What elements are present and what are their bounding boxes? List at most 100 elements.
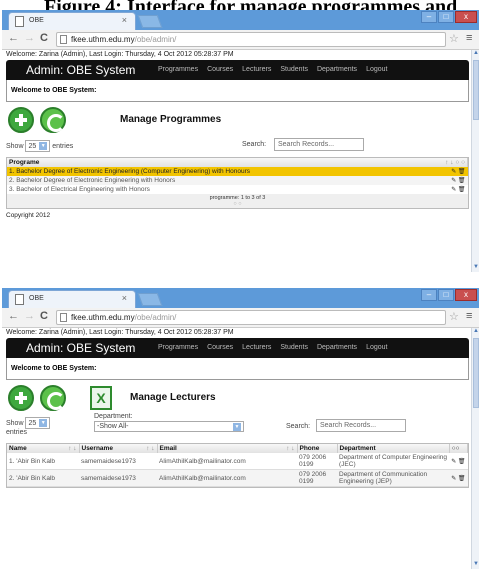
nav-lecturers[interactable]: Lecturers xyxy=(242,344,271,351)
add-icon[interactable] xyxy=(8,107,34,133)
entries-select[interactable]: 25 ▼ xyxy=(25,417,51,429)
nav-courses[interactable]: Courses xyxy=(207,66,233,73)
reload-icon[interactable]: C xyxy=(40,310,48,322)
entries-label: entries xyxy=(6,429,28,436)
back-arrow-icon[interactable]: ← xyxy=(8,32,19,44)
chevron-down-icon: ▼ xyxy=(233,423,241,431)
document-icon xyxy=(15,16,24,27)
url-field[interactable]: fkee.uthm.edu.my/obe/admin/ xyxy=(56,32,446,47)
browser-tab[interactable]: OBE × xyxy=(8,12,136,30)
sort-icon[interactable]: ↑ ↓ ○ ○ xyxy=(445,159,465,166)
edit-delete-icons[interactable]: ✎ 🗑 xyxy=(451,168,465,175)
entries-select[interactable]: 25 ▼ xyxy=(25,140,51,152)
minimize-button[interactable]: – xyxy=(421,11,437,23)
nav-departments[interactable]: Departments xyxy=(317,66,357,73)
nav-logout[interactable]: Logout xyxy=(366,344,387,351)
reload-icon[interactable]: C xyxy=(40,32,48,44)
new-tab-button[interactable] xyxy=(137,15,163,28)
programmes-table: Programe ↑ ↓ ○ ○ 1. Bachelor Degree of El… xyxy=(6,157,469,209)
close-tab-icon[interactable]: × xyxy=(122,15,127,25)
chevron-down-icon: ▼ xyxy=(39,142,48,150)
browser-titlebar: OBE × – □ x xyxy=(2,10,479,30)
refresh-icon[interactable] xyxy=(40,385,66,411)
maximize-button[interactable]: □ xyxy=(438,289,454,301)
back-arrow-icon[interactable]: ← xyxy=(8,310,19,322)
add-icon[interactable] xyxy=(8,385,34,411)
scroll-down-icon[interactable]: ▼ xyxy=(472,264,479,272)
scroll-up-icon[interactable]: ▲ xyxy=(472,50,479,58)
nav-programmes[interactable]: Programmes xyxy=(158,66,198,73)
scroll-thumb[interactable] xyxy=(473,60,479,120)
page-icon xyxy=(60,313,67,322)
column-header-department[interactable]: Department xyxy=(337,444,450,453)
maximize-button[interactable]: □ xyxy=(438,11,454,23)
lecturers-table: Name ↑ ↓ Username ↑ ↓ Email ↑ ↓ Phone Depar… xyxy=(6,443,469,488)
forward-arrow-icon[interactable]: → xyxy=(24,310,35,322)
welcome-banner: Welcome to OBE System: xyxy=(6,358,469,380)
document-icon xyxy=(15,294,24,305)
close-window-button[interactable]: x xyxy=(455,289,477,301)
scrollbar[interactable]: ▲ ▼ xyxy=(471,50,479,272)
refresh-icon[interactable] xyxy=(40,107,66,133)
page-title: Manage Lecturers xyxy=(130,392,216,403)
edit-delete-icons[interactable]: ✎ 🗑 xyxy=(449,453,468,470)
edit-delete-icons[interactable]: ✎ 🗑 xyxy=(451,186,465,193)
minimize-button[interactable]: – xyxy=(421,289,437,301)
browser-window-lecturers: OBE × – □ x ← → C fkee.uthm.edu.my/obe/a… xyxy=(2,288,479,569)
tab-title: OBE xyxy=(29,295,44,302)
chevron-down-icon: ▼ xyxy=(39,419,48,427)
scroll-down-icon[interactable]: ▼ xyxy=(472,561,479,569)
sort-icon[interactable]: ↑ ↓ xyxy=(68,445,76,452)
menu-icon[interactable]: ≡ xyxy=(466,310,472,322)
menu-icon[interactable]: ≡ xyxy=(466,32,472,44)
table-row[interactable]: 1. 'Abir Bin Kalb samemaidese1973 AlimAt… xyxy=(7,453,468,470)
scrollbar[interactable]: ▲ ▼ xyxy=(471,328,479,569)
scroll-thumb[interactable] xyxy=(473,338,479,408)
welcome-line: Welcome: Zarina (Admin), Last Login: Thu… xyxy=(6,51,234,58)
show-label: Show xyxy=(6,419,24,427)
nav-students[interactable]: Students xyxy=(280,66,308,73)
nav-courses[interactable]: Courses xyxy=(207,344,233,351)
bookmark-star-icon[interactable]: ☆ xyxy=(449,310,459,323)
page-icon xyxy=(60,35,67,44)
excel-export-icon[interactable]: X xyxy=(90,386,112,410)
column-header-name[interactable]: Name ↑ ↓ xyxy=(7,444,80,453)
department-label: Department: xyxy=(94,413,133,420)
nav-students[interactable]: Students xyxy=(280,344,308,351)
new-tab-button[interactable] xyxy=(137,293,163,306)
brand-title: Admin: OBE System xyxy=(26,63,136,77)
table-row[interactable]: 1. Bachelor Degree of Electronic Enginee… xyxy=(7,167,468,176)
edit-delete-icons[interactable]: ✎ 🗑 xyxy=(451,177,465,184)
top-navbar: Admin: OBE System Programmes Courses Lec… xyxy=(6,60,469,80)
close-window-button[interactable]: x xyxy=(455,11,477,23)
edit-delete-icons[interactable]: ✎ 🗑 xyxy=(449,469,468,487)
table-row[interactable]: 3. Bachelor of Electrical Engineering wi… xyxy=(7,185,468,194)
nav-programmes[interactable]: Programmes xyxy=(158,344,198,351)
column-header-email[interactable]: Email ↑ ↓ xyxy=(157,444,298,453)
scroll-up-icon[interactable]: ▲ xyxy=(472,328,479,336)
close-tab-icon[interactable]: × xyxy=(122,293,127,303)
department-select[interactable]: -Show All- ▼ xyxy=(94,421,244,432)
url-field[interactable]: fkee.uthm.edu.my/obe/admin/ xyxy=(56,310,446,325)
pager-buttons[interactable]: ○ ○ xyxy=(7,201,468,207)
nav-logout[interactable]: Logout xyxy=(366,66,387,73)
brand-title: Admin: OBE System xyxy=(26,341,136,355)
sort-icon[interactable]: ↑ ↓ xyxy=(286,445,294,452)
column-header-phone[interactable]: Phone xyxy=(297,444,338,453)
browser-tab[interactable]: OBE × xyxy=(8,290,136,308)
address-bar-row: ← → C fkee.uthm.edu.my/obe/admin/ ☆ ≡ xyxy=(2,30,479,50)
column-header-programme[interactable]: Programe ↑ ↓ ○ ○ xyxy=(7,158,468,167)
search-input[interactable]: Search Records... xyxy=(316,419,406,432)
column-header-username[interactable]: Username ↑ ↓ xyxy=(79,444,158,453)
sort-icon[interactable]: ↑ ↓ xyxy=(146,445,154,452)
forward-arrow-icon[interactable]: → xyxy=(24,32,35,44)
browser-window-programmes: OBE × – □ x ← → C fkee.uthm.edu.my/obe/a… xyxy=(2,10,479,272)
page-title: Manage Programmes xyxy=(120,114,222,125)
nav-lecturers[interactable]: Lecturers xyxy=(242,66,271,73)
action-toolbar: X Manage Lecturers xyxy=(6,383,469,413)
nav-departments[interactable]: Departments xyxy=(317,344,357,351)
table-row[interactable]: 2. 'Abir Bin Kalb samemaidese1973 AlimAt… xyxy=(7,469,468,487)
search-input[interactable]: Search Records... xyxy=(274,138,364,151)
table-row[interactable]: 2. Bachelor Degree of Electronic Enginee… xyxy=(7,176,468,185)
bookmark-star-icon[interactable]: ☆ xyxy=(449,32,459,45)
